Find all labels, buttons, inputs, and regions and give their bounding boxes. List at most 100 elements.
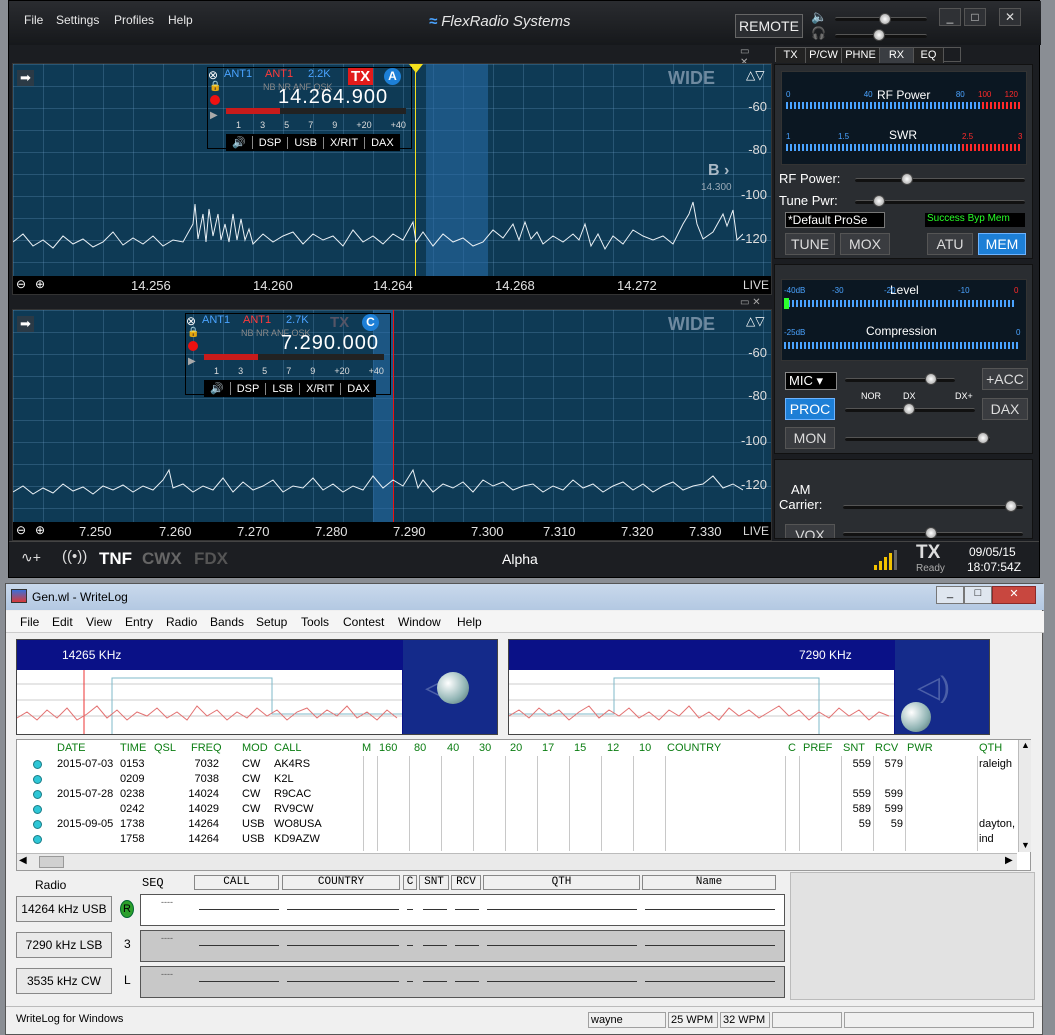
menu-contest[interactable]: Contest <box>343 615 384 629</box>
menu-tools[interactable]: Tools <box>301 615 329 629</box>
col-mod[interactable]: MOD <box>242 742 268 754</box>
col-freq[interactable]: FREQ <box>191 742 222 754</box>
pan2-freq-axis[interactable]: ⊖ ⊕ 7.250 7.260 7.270 7.280 7.290 7.300 … <box>13 522 771 540</box>
vox-knob[interactable] <box>925 527 937 538</box>
name-field[interactable] <box>645 981 775 982</box>
play-icon[interactable]: ▶ <box>188 356 196 367</box>
slice-c-flag[interactable]: ⊗ 🔒 ▶ ANT1 ANT1 2.7K TX C NB NR ANF OSK … <box>185 313 391 397</box>
rx-antenna[interactable]: ANT1 <box>202 314 230 326</box>
col-country[interactable]: COUNTRY <box>667 742 721 754</box>
close-button[interactable]: ✕ <box>999 8 1021 26</box>
am-carrier-slider[interactable] <box>843 505 1023 509</box>
menu-entry[interactable]: Entry <box>125 615 153 629</box>
call-field[interactable] <box>199 909 279 910</box>
play-icon[interactable]: ▶ <box>210 110 218 121</box>
close-slice-icon[interactable]: ⊗ <box>208 68 218 82</box>
lock-icon[interactable]: 🔒 <box>187 327 199 338</box>
slice-b-marker[interactable]: B › <box>708 162 729 180</box>
fdx-button[interactable]: FDX <box>194 549 228 569</box>
panadapter-1[interactable]: ➡ WIDE △▽ -60 -80 -100 -120 B › 14.300 ⊗… <box>12 63 772 295</box>
country-field[interactable] <box>287 909 399 910</box>
rx-antenna[interactable]: ANT1 <box>224 68 252 80</box>
tx-slice-badge[interactable]: TX <box>348 68 374 85</box>
name-field[interactable] <box>645 945 775 946</box>
proc-knob[interactable] <box>903 403 915 415</box>
radio-1-entry-line[interactable]: ---- <box>140 894 785 926</box>
country-field[interactable] <box>287 945 399 946</box>
zoom-out-icon[interactable]: ⊖ <box>16 277 26 291</box>
col-40[interactable]: 40 <box>447 742 459 754</box>
cwx-button[interactable]: CWX <box>142 549 182 569</box>
menu-profiles[interactable]: Profiles <box>114 13 154 27</box>
col-qsl[interactable]: QSL <box>154 742 176 754</box>
entry-col-c[interactable]: C <box>403 875 417 890</box>
call-field[interactable] <box>199 981 279 982</box>
zoom-in-icon[interactable]: ⊕ <box>35 523 45 537</box>
hscroll-thumb[interactable] <box>39 856 64 868</box>
col-20[interactable]: 20 <box>510 742 522 754</box>
c-field[interactable] <box>407 945 413 946</box>
table-row[interactable]: 0209 7038 CW K2L <box>17 772 1017 787</box>
xrit-button[interactable]: X/RIT <box>324 136 366 149</box>
menu-settings[interactable]: Settings <box>56 13 99 27</box>
tab-pcw[interactable]: P/CW <box>806 48 842 63</box>
panadapter-2-minmax-icon[interactable]: ▭ ✕ <box>740 297 768 308</box>
col-date[interactable]: DATE <box>57 742 86 754</box>
scroll-up-icon[interactable]: ▲ <box>1021 740 1030 750</box>
entry-col-country[interactable]: COUNTRY <box>282 875 400 890</box>
mon-slider[interactable] <box>845 437 990 441</box>
lock-icon[interactable]: 🔒 <box>209 81 221 92</box>
col-80[interactable]: 80 <box>414 742 426 754</box>
table-row[interactable]: 1758 14264 USB KD9AZW ind <box>17 832 1017 847</box>
tnf-button[interactable]: TNF <box>99 549 132 569</box>
vox-button[interactable]: VOX <box>785 524 835 538</box>
dsp-button[interactable]: DSP <box>231 382 267 395</box>
scroll-down-icon[interactable]: ▼ <box>1021 840 1030 850</box>
slice-frequency[interactable]: 7.290.000 <box>281 332 379 355</box>
tab-rx[interactable]: RX <box>880 48 914 63</box>
menu-bands[interactable]: Bands <box>210 615 244 629</box>
rf-power-knob[interactable] <box>901 173 913 185</box>
zoom-out-icon[interactable]: ⊖ <box>16 523 26 537</box>
mic-select[interactable]: MIC ▾ <box>785 372 837 390</box>
radio-3-button[interactable]: 3535 kHz CW <box>16 968 112 994</box>
menu-help[interactable]: Help <box>457 615 482 629</box>
audio-icon[interactable]: 🔊 <box>204 382 231 395</box>
mon-button[interactable]: MON <box>785 427 835 449</box>
dax-mic-button[interactable]: DAX <box>982 398 1028 420</box>
entry-col-call[interactable]: CALL <box>194 875 279 890</box>
call-field[interactable] <box>199 945 279 946</box>
snt-field[interactable] <box>423 945 447 946</box>
pan1-live[interactable]: LIVE <box>743 278 769 292</box>
log-hscrollbar[interactable]: ◀ ▶ <box>17 853 1017 870</box>
band-zoom-arrows[interactable]: △▽ <box>746 68 764 82</box>
bandmap-2-knob[interactable] <box>901 702 931 732</box>
zoom-in-icon[interactable]: ⊕ <box>35 277 45 291</box>
country-field[interactable] <box>287 981 399 982</box>
col-10[interactable]: 10 <box>639 742 651 754</box>
dax-button[interactable]: DAX <box>341 383 376 395</box>
mic-level-slider[interactable] <box>845 378 955 382</box>
radio-3-entry-line[interactable]: ---- <box>140 966 785 998</box>
c-field[interactable] <box>407 981 413 982</box>
menu-help[interactable]: Help <box>168 13 193 27</box>
name-field[interactable] <box>645 909 775 910</box>
col-qth[interactable]: QTH <box>979 742 1002 754</box>
panadapter-collapse-arrow[interactable]: ➡ <box>17 70 34 86</box>
col-pwr[interactable]: PWR <box>907 742 933 754</box>
col-30[interactable]: 30 <box>479 742 491 754</box>
col-15[interactable]: 15 <box>574 742 586 754</box>
col-12[interactable]: 12 <box>607 742 619 754</box>
filter-width[interactable]: 2.7K <box>286 314 309 326</box>
audio-icon[interactable]: 🔊 <box>226 136 253 149</box>
radio-1-button[interactable]: 14264 kHz USB <box>16 896 112 922</box>
dsp-button[interactable]: DSP <box>253 136 289 149</box>
col-pref[interactable]: PREF <box>803 742 832 754</box>
atu-button[interactable]: ATU <box>927 233 973 255</box>
close-button[interactable]: ✕ <box>992 586 1036 604</box>
maximize-button[interactable]: □ <box>964 8 986 26</box>
tune-button[interactable]: TUNE <box>785 233 835 255</box>
scroll-left-icon[interactable]: ◀ <box>19 855 27 866</box>
bandmap-2[interactable]: 7290 KHz ◁) <box>508 639 990 735</box>
headphone-volume-knob[interactable] <box>873 29 885 41</box>
